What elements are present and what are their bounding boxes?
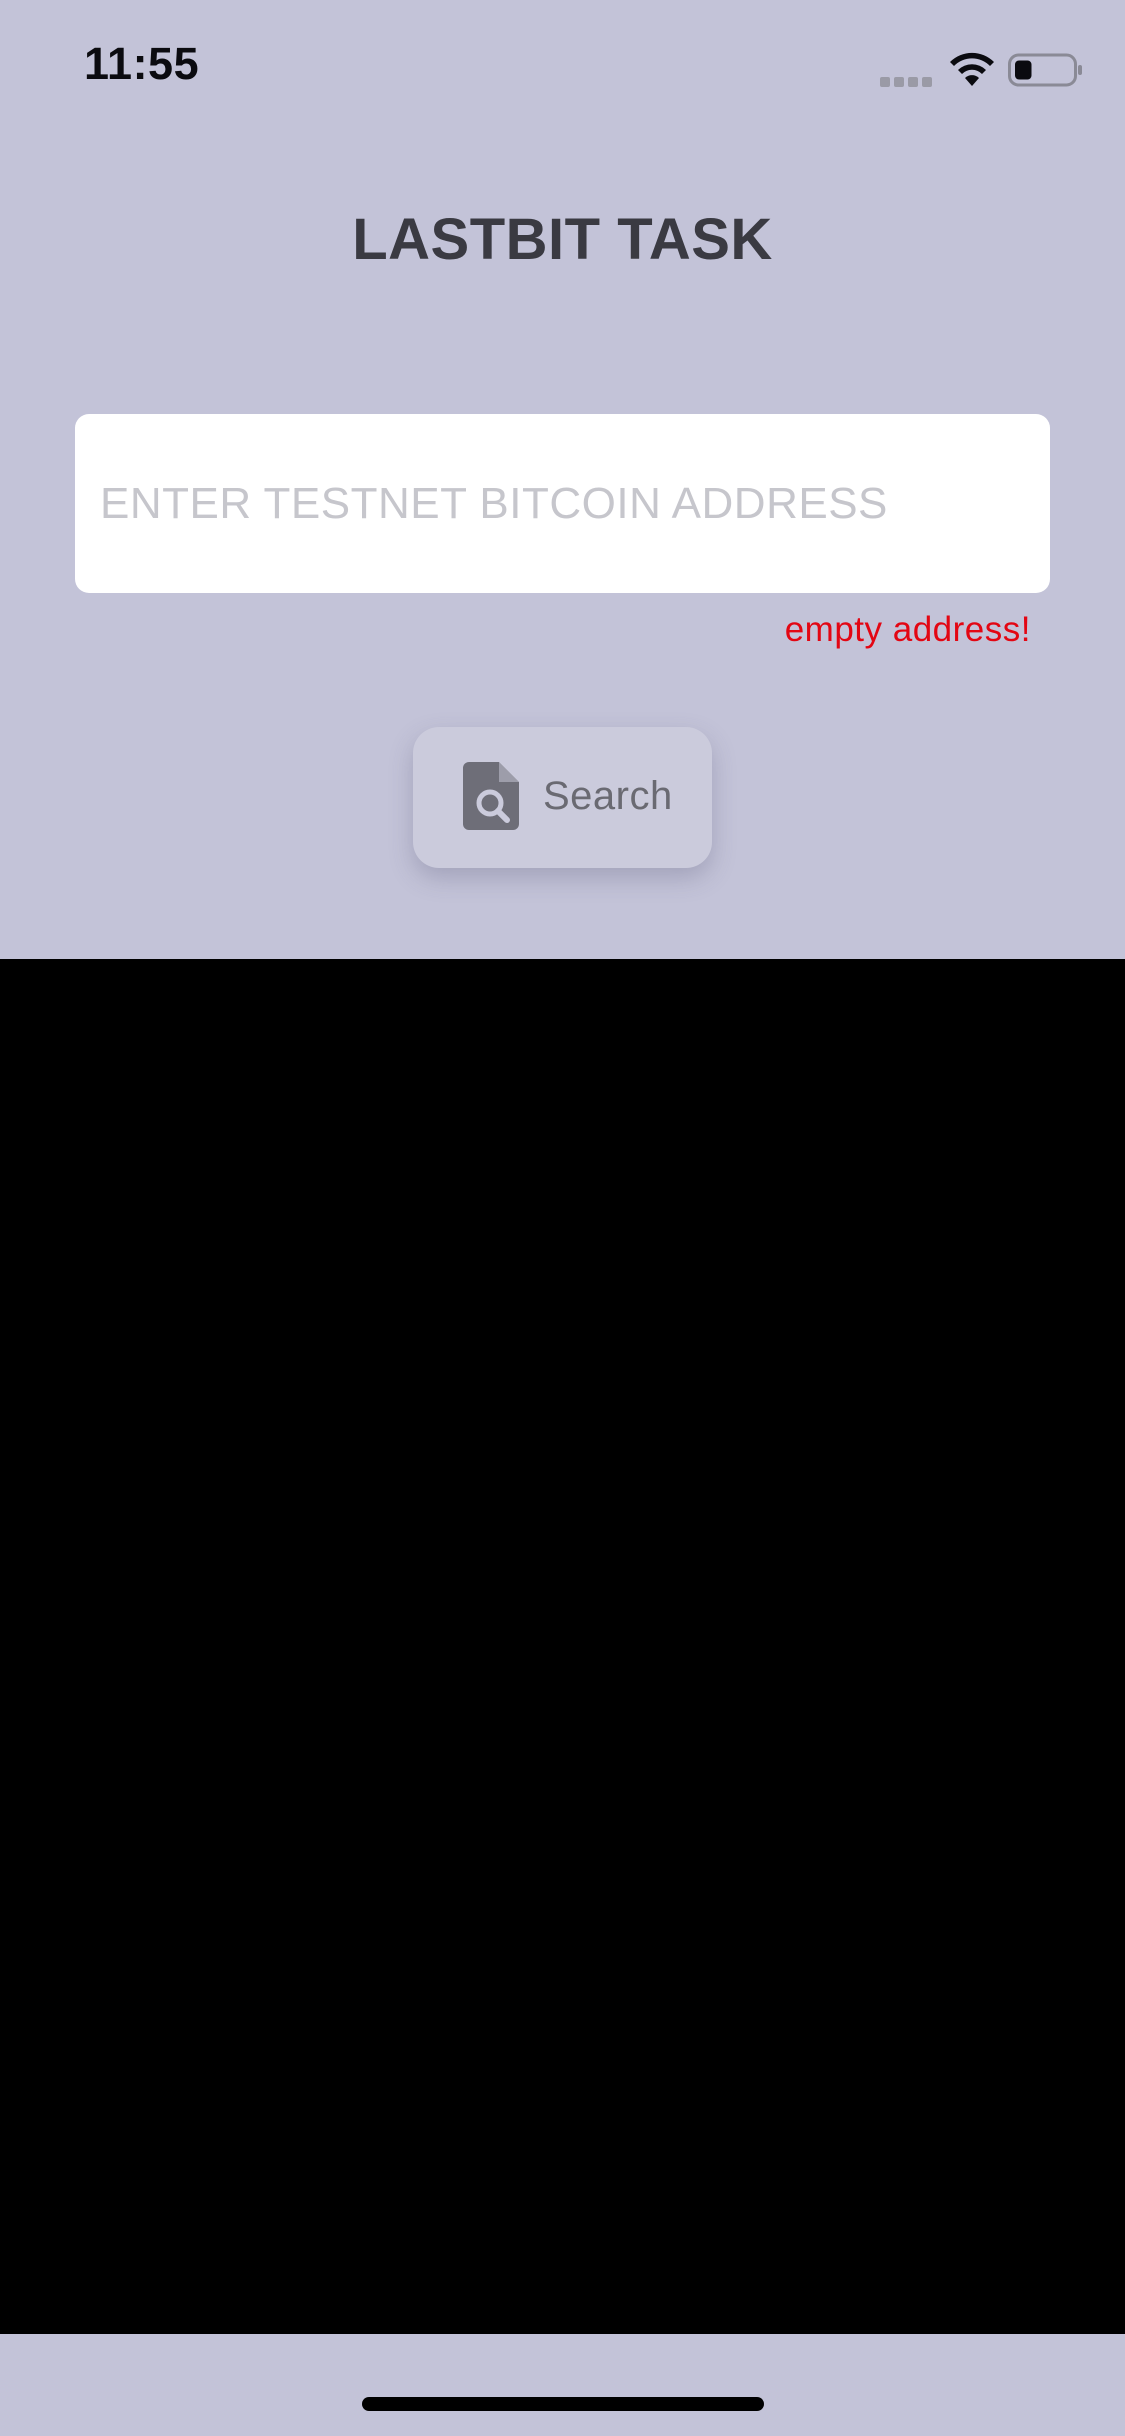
home-indicator[interactable] xyxy=(362,2397,764,2411)
status-bar: 11:55 xyxy=(0,0,1125,140)
page-title: LASTBIT TASK xyxy=(352,207,773,272)
battery-icon xyxy=(1008,53,1082,87)
error-message: empty address! xyxy=(784,610,1031,649)
search-button-label: Search xyxy=(543,774,673,818)
wifi-icon xyxy=(950,52,994,86)
results-area xyxy=(0,959,1125,2334)
search-button[interactable]: Search xyxy=(413,727,712,868)
status-time: 11:55 xyxy=(84,38,200,89)
document-search-icon xyxy=(463,762,519,830)
bitcoin-address-input[interactable] xyxy=(100,414,1030,593)
address-field[interactable] xyxy=(75,414,1050,593)
cellular-signal-icon xyxy=(880,77,932,87)
